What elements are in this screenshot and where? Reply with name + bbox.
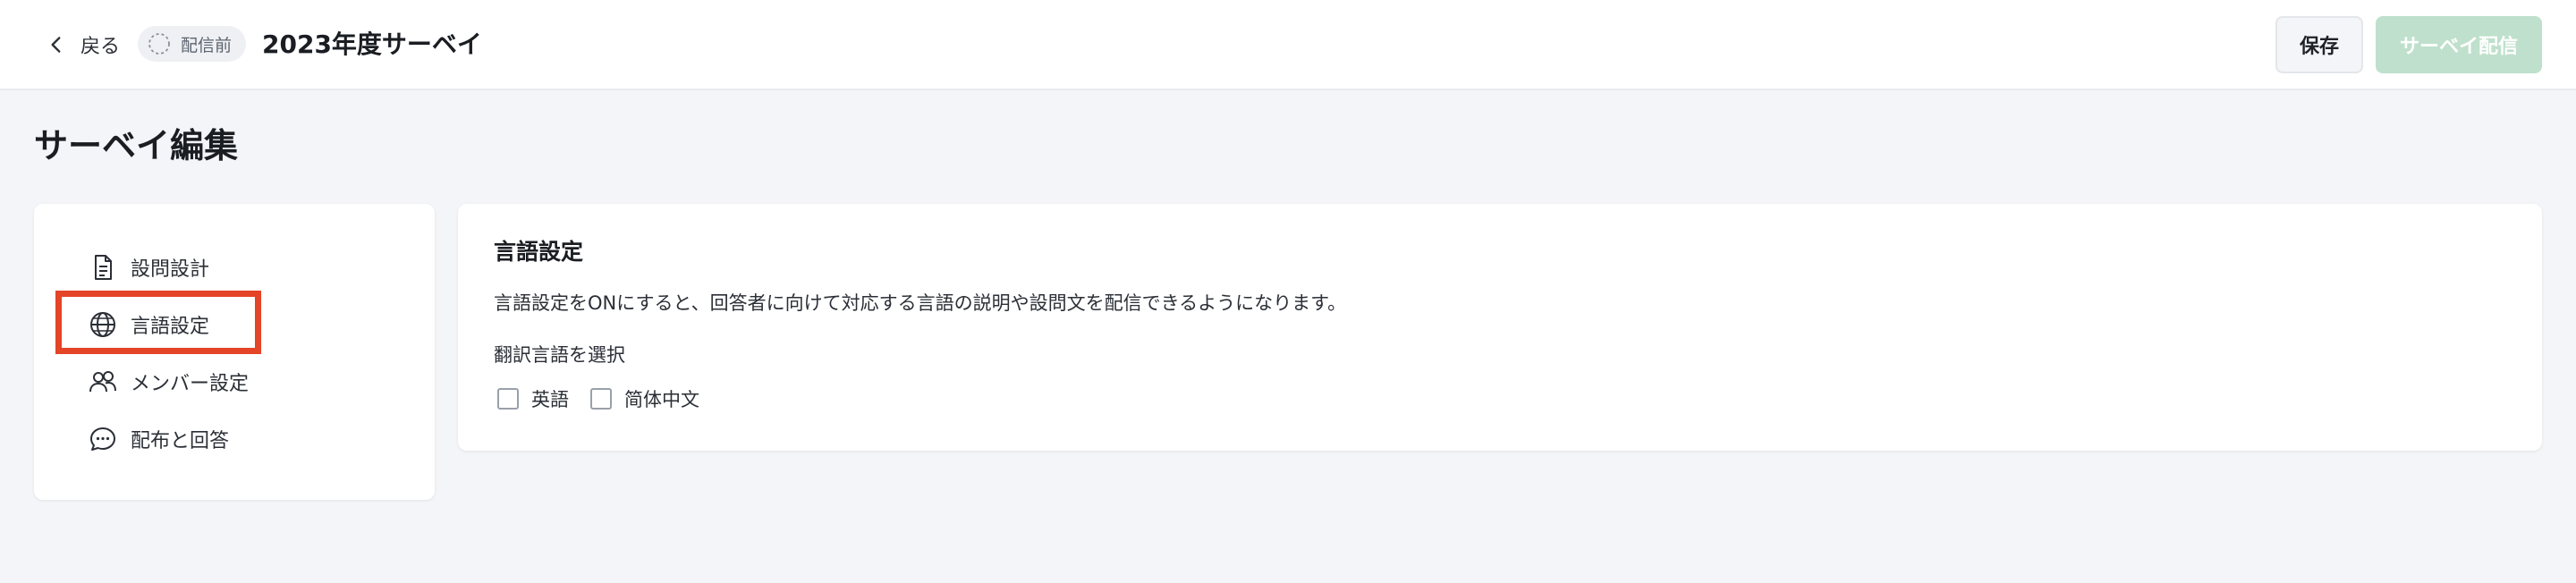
status-label: 配信前 [181,35,233,55]
page-title: サーベイ編集 [34,126,239,165]
language-option-simplified-chinese[interactable]: 简体中文 [590,384,699,413]
sidebar-item-label: メンバー設定 [131,373,250,395]
language-option-english[interactable]: 英語 [497,384,569,413]
document-icon [95,255,112,280]
publish-survey-button[interactable]: サーベイ配信 [2376,16,2542,73]
users-icon [89,371,116,393]
sidebar-item-label: 配布と回答 [131,430,230,452]
dashed-circle-icon [148,33,170,55]
back-button[interactable]: 戻る [45,27,120,63]
translation-language-label: 翻訳言語を選択 [494,344,625,366]
section-description: 言語設定をONにすると、回答者に向けて対応する言語の説明や設問文を配信できるよう… [494,292,1347,314]
top-header: 戻る 配信前 2023年度サーベイ 保存 サーベイ配信 [0,0,2576,90]
sidebar-item-question-design[interactable]: 設問設計 [88,245,209,290]
chat-bubble-icon [90,427,115,451]
save-button[interactable]: 保存 [2275,16,2363,73]
status-badge: 配信前 [138,26,247,62]
chevron-left-icon [51,37,61,53]
sidebar-item-member-settings[interactable]: メンバー設定 [88,359,249,404]
section-title: 言語設定 [494,239,584,265]
language-option-label: 英語 [531,389,569,410]
language-settings-panel: 言語設定 言語設定をONにすると、回答者に向けて対応する言語の説明や設問文を配信… [458,204,2542,451]
survey-title: 2023年度サーベイ [262,30,482,59]
language-option-label: 简体中文 [624,389,699,410]
highlight-box [55,291,261,354]
simplified-chinese-checkbox[interactable] [590,388,612,410]
back-label: 戻る [80,36,121,58]
sidebar-item-label: 設問設計 [131,258,210,281]
sidebar-item-distribution-responses[interactable]: 配布と回答 [88,417,229,461]
english-checkbox[interactable] [497,388,519,410]
